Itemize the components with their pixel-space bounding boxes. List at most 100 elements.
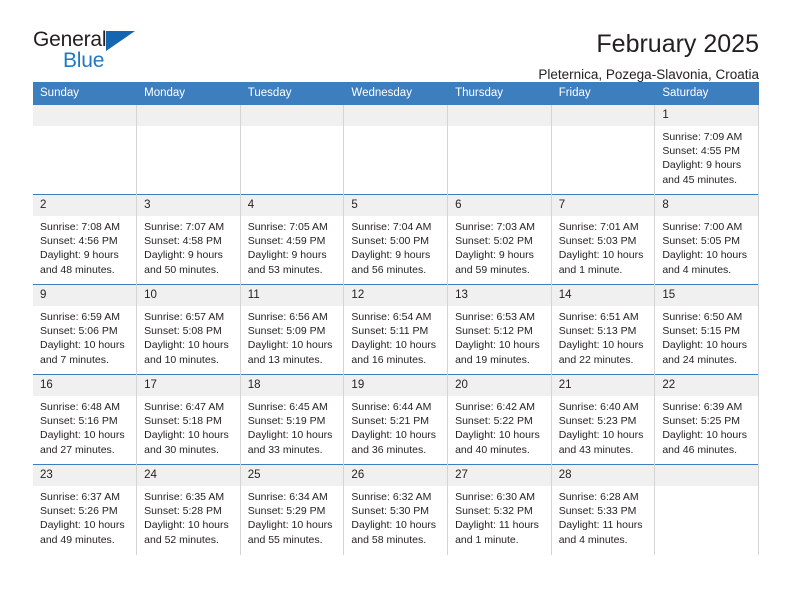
day-detail-line: Sunset: 5:18 PM	[144, 415, 222, 428]
calendar-day-cell[interactable]: 1 Sunrise: 7:09 AM Sunset: 4:55 PM Daylight…	[654, 104, 759, 195]
day-detail-line: Sunset: 5:15 PM	[662, 325, 740, 338]
calendar-day-cell[interactable]: 10 Sunrise: 6:57 AM Sunset: 5:08 PM Dayligh…	[136, 284, 241, 375]
day-detail-line: and 1 minute.	[558, 263, 623, 276]
day-detail-line: and 7 minutes.	[40, 353, 109, 366]
calendar-week-row: 1 Sunrise: 7:09 AM Sunset: 4:55 PM Daylight…	[33, 104, 759, 195]
day-detail-line: and 56 minutes.	[351, 263, 427, 276]
day-detail-line: Sunrise: 6:32 AM	[351, 491, 432, 503]
day-detail-line: Sunset: 5:03 PM	[558, 235, 637, 248]
calendar-day-cell[interactable]: 12 Sunrise: 6:54 AM Sunset: 5:11 PM Dayligh…	[343, 284, 449, 375]
calendar-day-cell[interactable]: 22 Sunrise: 6:39 AM Sunset: 5:25 PM Dayligh…	[654, 374, 759, 465]
calendar-day-cell[interactable]: 17 Sunrise: 6:47 AM Sunset: 5:18 PM Dayligh…	[136, 374, 241, 465]
day-detail-line: Sunset: 5:08 PM	[144, 325, 222, 338]
day-sun-details: Sunrise: 7:04 AM Sunset: 5:00 PM Daylight:…	[344, 216, 447, 277]
day-detail-line: and 13 minutes.	[247, 353, 323, 366]
weekday-header-wednesday: Wednesday	[343, 82, 449, 105]
calendar-day-cell[interactable]: 18 Sunrise: 6:45 AM Sunset: 5:19 PM Dayligh…	[240, 374, 345, 465]
calendar-day-cell[interactable]: 8 Sunrise: 7:00 AM Sunset: 5:05 PM Daylight…	[654, 194, 759, 285]
calendar-day-cell[interactable]: 9 Sunrise: 6:59 AM Sunset: 5:06 PM Daylight…	[33, 284, 138, 375]
logo-text-blue: Blue	[63, 49, 105, 72]
day-detail-line: Sunset: 5:32 PM	[455, 505, 533, 518]
calendar-day-cell[interactable]: 21 Sunrise: 6:40 AM Sunset: 5:23 PM Dayligh…	[551, 374, 656, 465]
day-detail-line: Sunrise: 6:51 AM	[558, 311, 639, 323]
calendar-day-cell[interactable]: 24 Sunrise: 6:35 AM Sunset: 5:28 PM Dayligh…	[136, 464, 241, 555]
calendar-day-cell[interactable]: 13 Sunrise: 6:53 AM Sunset: 5:12 PM Dayligh…	[447, 284, 552, 375]
day-sun-details: Sunrise: 7:01 AM Sunset: 5:03 PM Daylight:…	[552, 216, 655, 277]
calendar-day-cell[interactable]: 15 Sunrise: 6:50 AM Sunset: 5:15 PM Dayligh…	[654, 284, 759, 375]
day-detail-line: and 43 minutes.	[558, 443, 634, 456]
calendar-empty-cell	[33, 104, 138, 195]
day-number: 22	[655, 375, 758, 396]
day-detail-line: Daylight: 10 hours	[247, 519, 333, 532]
weekday-header-thursday: Thursday	[447, 82, 552, 105]
day-number: 20	[448, 375, 551, 396]
day-detail-line: Sunset: 4:55 PM	[662, 145, 740, 158]
calendar-body: 1 Sunrise: 7:09 AM Sunset: 4:55 PM Daylight…	[33, 104, 759, 555]
day-detail-line: Sunrise: 6:42 AM	[455, 401, 536, 413]
calendar-day-cell[interactable]: 3 Sunrise: 7:07 AM Sunset: 4:58 PM Daylight…	[136, 194, 241, 285]
calendar-day-cell[interactable]: 19 Sunrise: 6:44 AM Sunset: 5:21 PM Dayligh…	[343, 374, 449, 465]
calendar-day-cell[interactable]: 2 Sunrise: 7:08 AM Sunset: 4:56 PM Daylight…	[33, 194, 138, 285]
day-sun-details: Sunrise: 7:05 AM Sunset: 4:59 PM Daylight:…	[241, 216, 344, 277]
page-header: General Blue February 2025 Pleternica, P…	[33, 0, 759, 82]
day-detail-line: Daylight: 11 hours	[455, 519, 539, 532]
day-detail-line: Sunset: 5:19 PM	[247, 415, 326, 428]
calendar-day-cell[interactable]: 25 Sunrise: 6:34 AM Sunset: 5:29 PM Dayligh…	[240, 464, 345, 555]
day-detail-line: Sunrise: 6:37 AM	[40, 491, 120, 503]
day-detail-line: and 4 minutes.	[662, 263, 732, 276]
day-number: 13	[448, 285, 551, 306]
day-detail-line: Sunset: 5:05 PM	[662, 235, 740, 248]
calendar-day-cell[interactable]: 16 Sunrise: 6:48 AM Sunset: 5:16 PM Dayligh…	[33, 374, 138, 465]
calendar-day-cell[interactable]: 5 Sunrise: 7:04 AM Sunset: 5:00 PM Daylight…	[343, 194, 449, 285]
day-detail-line: Sunset: 5:00 PM	[351, 235, 430, 248]
day-sun-details: Sunrise: 6:34 AM Sunset: 5:29 PM Daylight:…	[241, 486, 344, 547]
calendar-day-cell[interactable]: 27 Sunrise: 6:30 AM Sunset: 5:32 PM Dayligh…	[447, 464, 552, 555]
day-detail-line: and 33 minutes.	[247, 443, 323, 456]
day-number	[33, 105, 137, 126]
day-number: 27	[448, 465, 551, 486]
calendar-day-cell[interactable]: 6 Sunrise: 7:03 AM Sunset: 5:02 PM Daylight…	[447, 194, 552, 285]
calendar-day-cell[interactable]: 11 Sunrise: 6:56 AM Sunset: 5:09 PM Dayligh…	[240, 284, 345, 375]
calendar-page: General Blue February 2025 Pleternica, P…	[0, 0, 792, 612]
day-detail-line: and 48 minutes.	[40, 263, 115, 276]
day-detail-line: and 24 minutes.	[662, 353, 738, 366]
day-detail-line: Sunset: 4:56 PM	[40, 235, 118, 248]
day-detail-line: Sunrise: 7:04 AM	[351, 221, 432, 233]
day-detail-line: and 1 minute.	[455, 533, 519, 546]
calendar-week-row: 2 Sunrise: 7:08 AM Sunset: 4:56 PM Daylight…	[33, 194, 759, 285]
day-sun-details: Sunrise: 6:39 AM Sunset: 5:25 PM Daylight:…	[655, 396, 758, 457]
day-detail-line: Daylight: 10 hours	[558, 429, 644, 442]
calendar-day-cell[interactable]: 7 Sunrise: 7:01 AM Sunset: 5:03 PM Daylight…	[551, 194, 656, 285]
day-number: 23	[33, 465, 137, 486]
day-detail-line: Sunset: 5:26 PM	[40, 505, 118, 518]
day-detail-line: Daylight: 10 hours	[662, 339, 747, 352]
day-detail-line: Sunrise: 6:53 AM	[455, 311, 536, 323]
calendar-day-cell[interactable]: 14 Sunrise: 6:51 AM Sunset: 5:13 PM Dayligh…	[551, 284, 656, 375]
day-number	[344, 105, 448, 126]
calendar-day-cell[interactable]: 28 Sunrise: 6:28 AM Sunset: 5:33 PM Dayligh…	[551, 464, 656, 555]
day-number: 21	[551, 375, 655, 396]
day-number: 19	[344, 375, 448, 396]
day-detail-line: Sunset: 5:11 PM	[351, 325, 429, 338]
weekday-header-friday: Friday	[551, 82, 656, 105]
day-detail-line: Sunrise: 6:57 AM	[144, 311, 225, 323]
day-sun-details: Sunrise: 6:47 AM Sunset: 5:18 PM Daylight:…	[137, 396, 240, 457]
day-detail-line: Sunrise: 6:40 AM	[558, 401, 639, 413]
day-detail-line: Daylight: 10 hours	[144, 339, 229, 352]
day-number: 25	[240, 465, 344, 486]
calendar-day-cell[interactable]: 4 Sunrise: 7:05 AM Sunset: 4:59 PM Daylight…	[240, 194, 345, 285]
day-detail-line: and 46 minutes.	[662, 443, 738, 456]
calendar-day-cell[interactable]: 20 Sunrise: 6:42 AM Sunset: 5:22 PM Dayligh…	[447, 374, 552, 465]
calendar-day-cell[interactable]: 26 Sunrise: 6:32 AM Sunset: 5:30 PM Dayligh…	[343, 464, 449, 555]
calendar-day-cell[interactable]: 23 Sunrise: 6:37 AM Sunset: 5:26 PM Dayligh…	[33, 464, 138, 555]
day-detail-line: Daylight: 10 hours	[351, 519, 437, 532]
calendar-week-row: 16 Sunrise: 6:48 AM Sunset: 5:16 PM Dayligh…	[33, 374, 759, 465]
generalblue-logo[interactable]: General Blue	[33, 28, 153, 76]
day-detail-line: Daylight: 10 hours	[662, 429, 747, 442]
day-detail-line: Sunrise: 6:45 AM	[247, 401, 328, 413]
day-detail-line: Daylight: 10 hours	[40, 339, 125, 352]
day-sun-details: Sunrise: 6:56 AM Sunset: 5:09 PM Daylight:…	[241, 306, 344, 367]
day-detail-line: Sunset: 5:28 PM	[144, 505, 222, 518]
day-detail-line: and 19 minutes.	[455, 353, 530, 366]
day-detail-line: Sunrise: 7:01 AM	[558, 221, 639, 233]
